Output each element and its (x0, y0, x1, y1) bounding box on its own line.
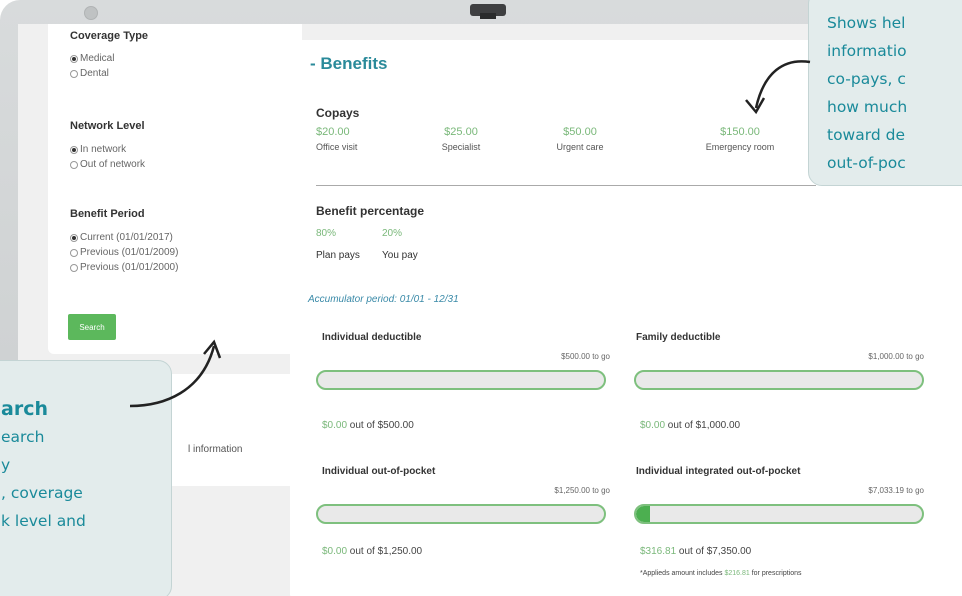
accumulator-period: Accumulator period: 01/01 - 12/31 (308, 294, 459, 305)
callout-line: out-of-poc (827, 154, 906, 172)
you-pay-label: You pay (382, 250, 418, 261)
coverage-type-title: Coverage Type (70, 30, 149, 42)
radio-on-icon[interactable] (70, 233, 78, 242)
benefit-period-title: Benefit Period (70, 208, 145, 220)
radio-out-of-network[interactable]: Out of network (70, 159, 145, 170)
callout-line: earch (1, 428, 45, 446)
copay-urgent-care: $50.00 Urgent care (556, 126, 604, 152)
individual-oop-amount: $0.00 out of $1,250.00 (322, 546, 423, 557)
radio-period-current[interactable]: Current (01/01/2017) (70, 232, 173, 243)
progress-fill (636, 506, 650, 522)
callout-line: informatio (827, 42, 907, 60)
callout-right: Shows hel informatio co-pays, c how much… (808, 0, 962, 186)
callout-line: toward de (827, 126, 905, 144)
copay-specialist: $25.00 Specialist (441, 126, 481, 152)
radio-period-2009[interactable]: Previous (01/01/2009) (70, 247, 178, 258)
radio-off-icon[interactable] (70, 248, 78, 257)
individual-integrated-oop-to-go: $7,033.19 to go (868, 486, 924, 495)
individual-integrated-oop-amount: $316.81 out of $7,350.00 (640, 546, 752, 557)
callout-line: co-pays, c (827, 70, 906, 88)
curved-arrow-icon (745, 60, 811, 115)
radio-in-network[interactable]: In network (70, 144, 126, 155)
family-deductible-title: Family deductible (636, 332, 721, 343)
you-pay-value: 20% (382, 228, 403, 239)
radio-on-icon[interactable] (70, 145, 78, 154)
filter-panel: Coverage Type Medical Dental Network Lev… (48, 24, 302, 354)
radio-medical[interactable]: Medical (70, 53, 114, 64)
radio-on-icon[interactable] (70, 54, 78, 63)
individual-deductible-amount: $0.00 out of $500.00 (322, 420, 414, 431)
family-deductible-amount: $0.00 out of $1,000.00 (640, 420, 741, 431)
callout-line: how much (827, 98, 908, 116)
monitor-hinge (470, 4, 506, 19)
copay-office-visit: $20.00 Office visit (316, 126, 358, 152)
benefit-percentage-title: Benefit percentage (316, 204, 425, 218)
radio-dental[interactable]: Dental (70, 68, 109, 79)
radio-period-2000[interactable]: Previous (01/01/2000) (70, 262, 178, 273)
callout-line: k level and (1, 512, 86, 530)
divider (316, 185, 816, 186)
radio-off-icon[interactable] (70, 160, 78, 169)
individual-integrated-oop-title: Individual integrated out-of-pocket (636, 466, 801, 477)
individual-oop-to-go: $1,250.00 to go (554, 486, 610, 495)
benefits-toggle[interactable]: - Benefits (310, 54, 387, 74)
radio-off-icon[interactable] (70, 263, 78, 272)
network-level-title: Network Level (70, 120, 145, 132)
family-deductible-to-go: $1,000.00 to go (868, 352, 924, 361)
individual-oop-title: Individual out-of-pocket (322, 466, 436, 477)
curved-arrow-icon (129, 339, 222, 408)
radio-off-icon[interactable] (70, 69, 78, 78)
individual-deductible-to-go: $500.00 to go (561, 352, 610, 361)
individual-oop-progress-bar (316, 504, 606, 524)
prescriptions-note: *Applieds amount includes $216.81 for pr… (640, 570, 802, 577)
info-panel-text: l information (188, 444, 243, 455)
individual-integrated-oop-progress-bar (634, 504, 924, 524)
search-button[interactable]: Search (68, 314, 116, 340)
callout-line: , coverage (1, 484, 83, 502)
callout-line: y (1, 456, 11, 474)
individual-deductible-title: Individual deductible (322, 332, 422, 343)
copays-title: Copays (316, 106, 360, 120)
plan-pays-value: 80% (316, 228, 337, 239)
callout-line: Shows hel (827, 14, 906, 32)
monitor-knob (84, 6, 98, 20)
family-deductible-progress-bar (634, 370, 924, 390)
plan-pays-label: Plan pays (316, 250, 360, 261)
individual-deductible-progress-bar (316, 370, 606, 390)
